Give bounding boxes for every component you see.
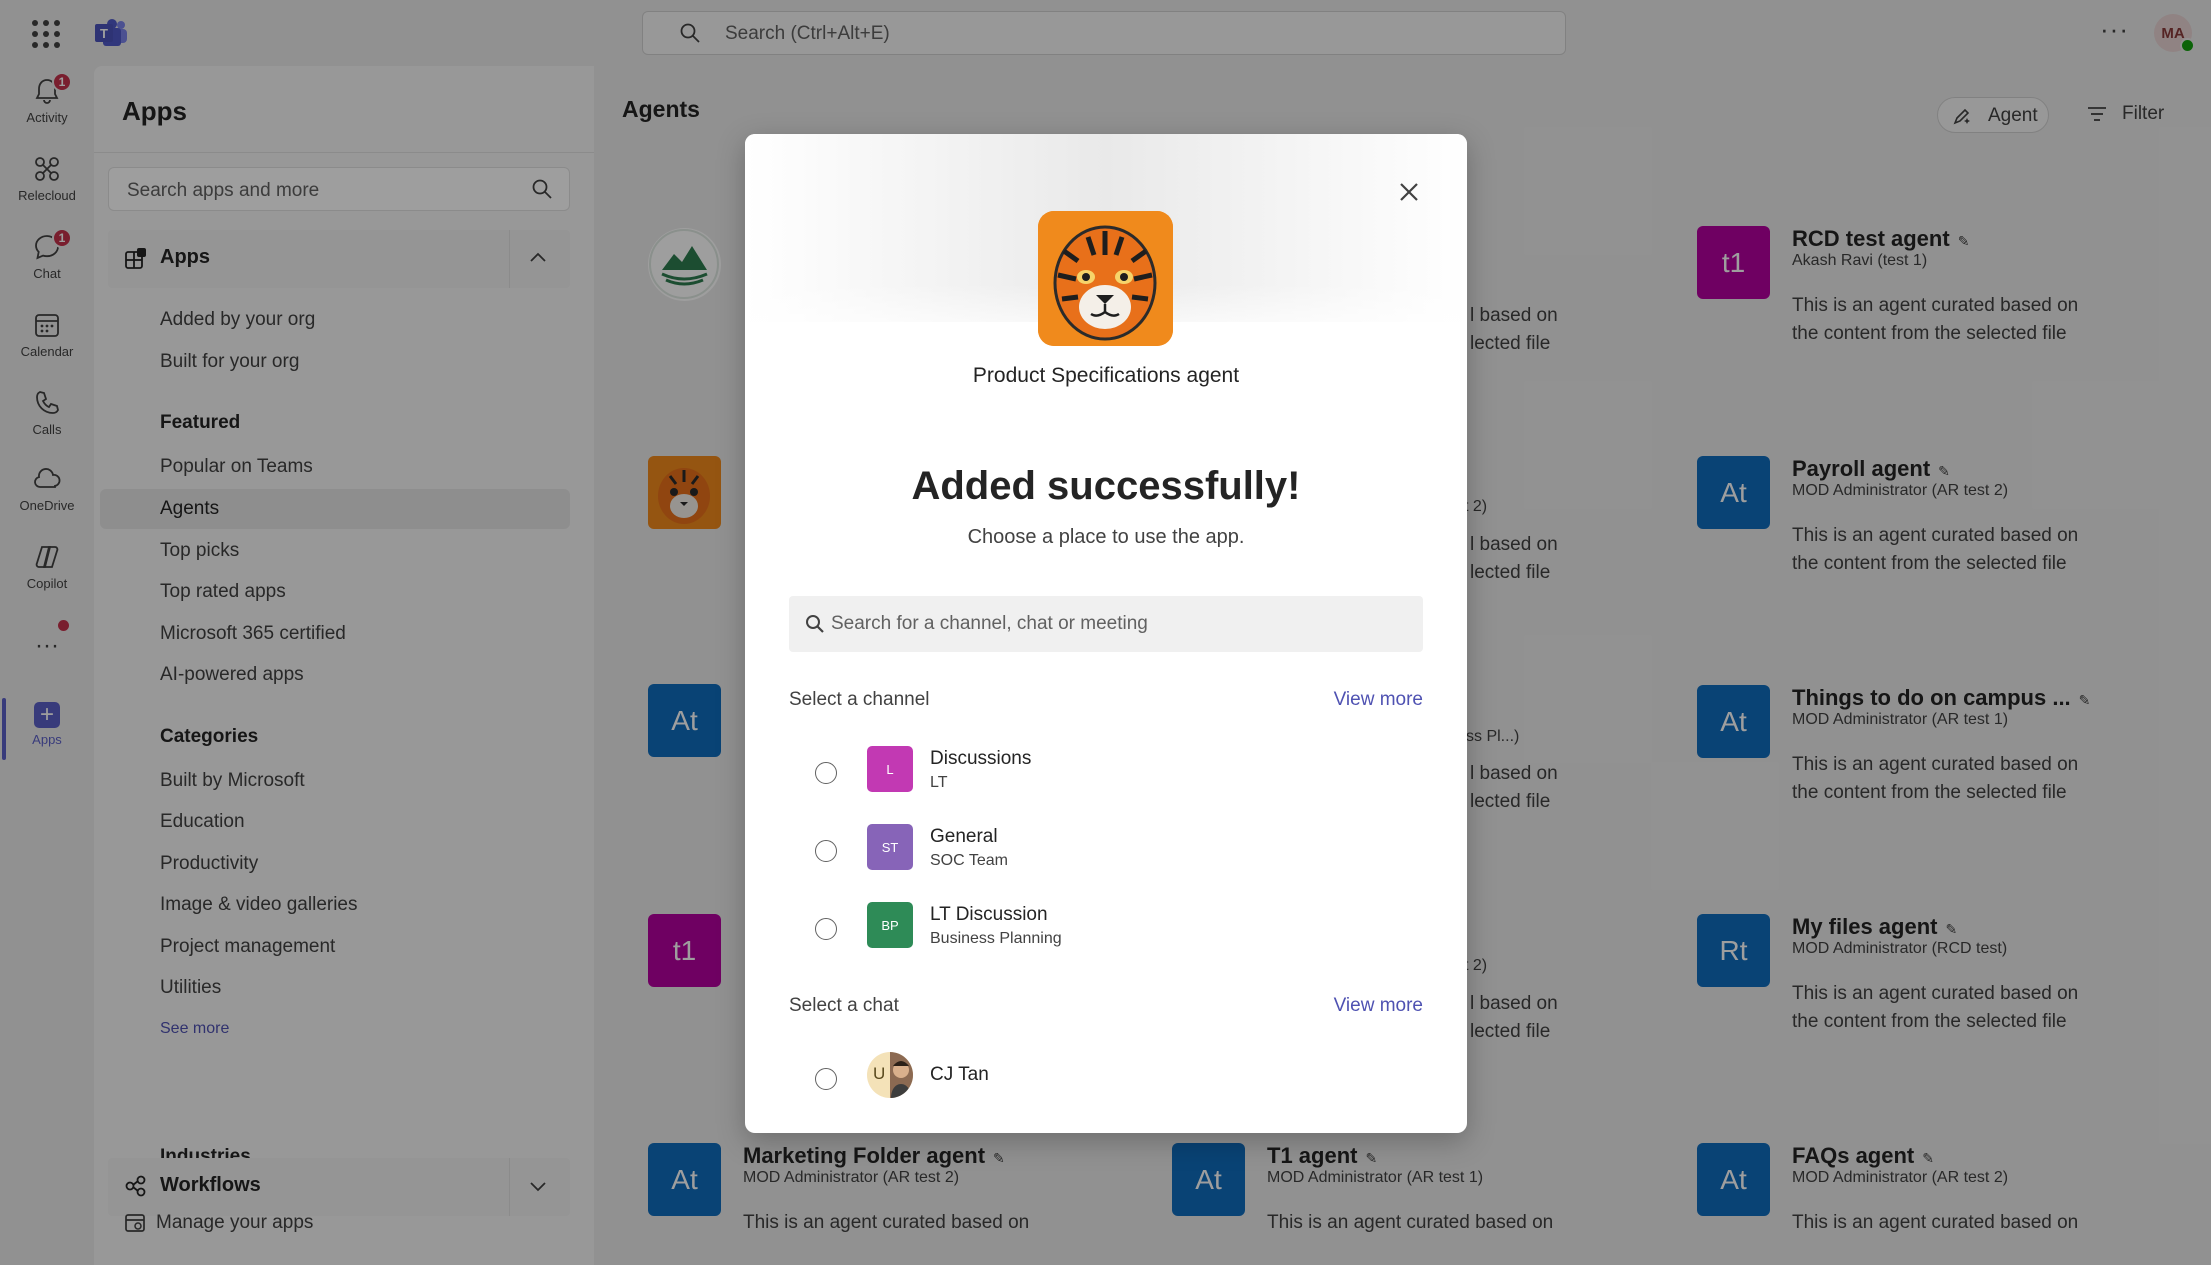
chats-view-more-link[interactable]: View more (1334, 995, 1423, 1017)
chat-name: CJ Tan (930, 1064, 989, 1085)
channel-option-discussions[interactable]: L Discussions LT (815, 746, 1415, 802)
team-name: Business Planning (930, 930, 1062, 947)
search-icon (806, 615, 824, 633)
close-icon[interactable] (1395, 178, 1423, 206)
channel-name: General (930, 826, 998, 847)
team-tile: BP (867, 902, 913, 948)
channel-search-input[interactable]: Search for a channel, chat or meeting (789, 596, 1423, 652)
search-placeholder: Search for a channel, chat or meeting (831, 613, 1148, 634)
person-photo-icon (890, 1052, 913, 1098)
select-chat-label: Select a chat (789, 995, 899, 1016)
app-name: Product Specifications agent (972, 364, 1240, 387)
channel-name: LT Discussion (930, 904, 1048, 925)
team-name: LT (930, 774, 948, 791)
radio-button[interactable] (815, 840, 837, 862)
team-tile: L (867, 746, 913, 792)
team-name: SOC Team (930, 852, 1008, 869)
channel-name: Discussions (930, 748, 1032, 769)
tiger-logo-icon (1038, 211, 1173, 346)
group-chat-avatar: U (867, 1052, 913, 1098)
select-channel-label: Select a channel (789, 689, 930, 710)
added-successfully-dialog: Product Specifications agent Added succe… (745, 134, 1467, 1133)
channels-view-more-link[interactable]: View more (1334, 689, 1423, 711)
team-tile: ST (867, 824, 913, 870)
chat-option-cj-tan[interactable]: U CJ Tan (815, 1052, 1415, 1108)
app-logo-tiger (1038, 211, 1173, 346)
success-heading: Added successfully! (911, 464, 1301, 508)
radio-button[interactable] (815, 762, 837, 784)
channel-option-general[interactable]: ST General SOC Team (815, 824, 1415, 880)
radio-button[interactable] (815, 918, 837, 940)
channel-option-lt-discussion[interactable]: BP LT Discussion Business Planning (815, 902, 1415, 958)
success-subheading: Choose a place to use the app. (967, 526, 1245, 548)
radio-button[interactable] (815, 1068, 837, 1090)
